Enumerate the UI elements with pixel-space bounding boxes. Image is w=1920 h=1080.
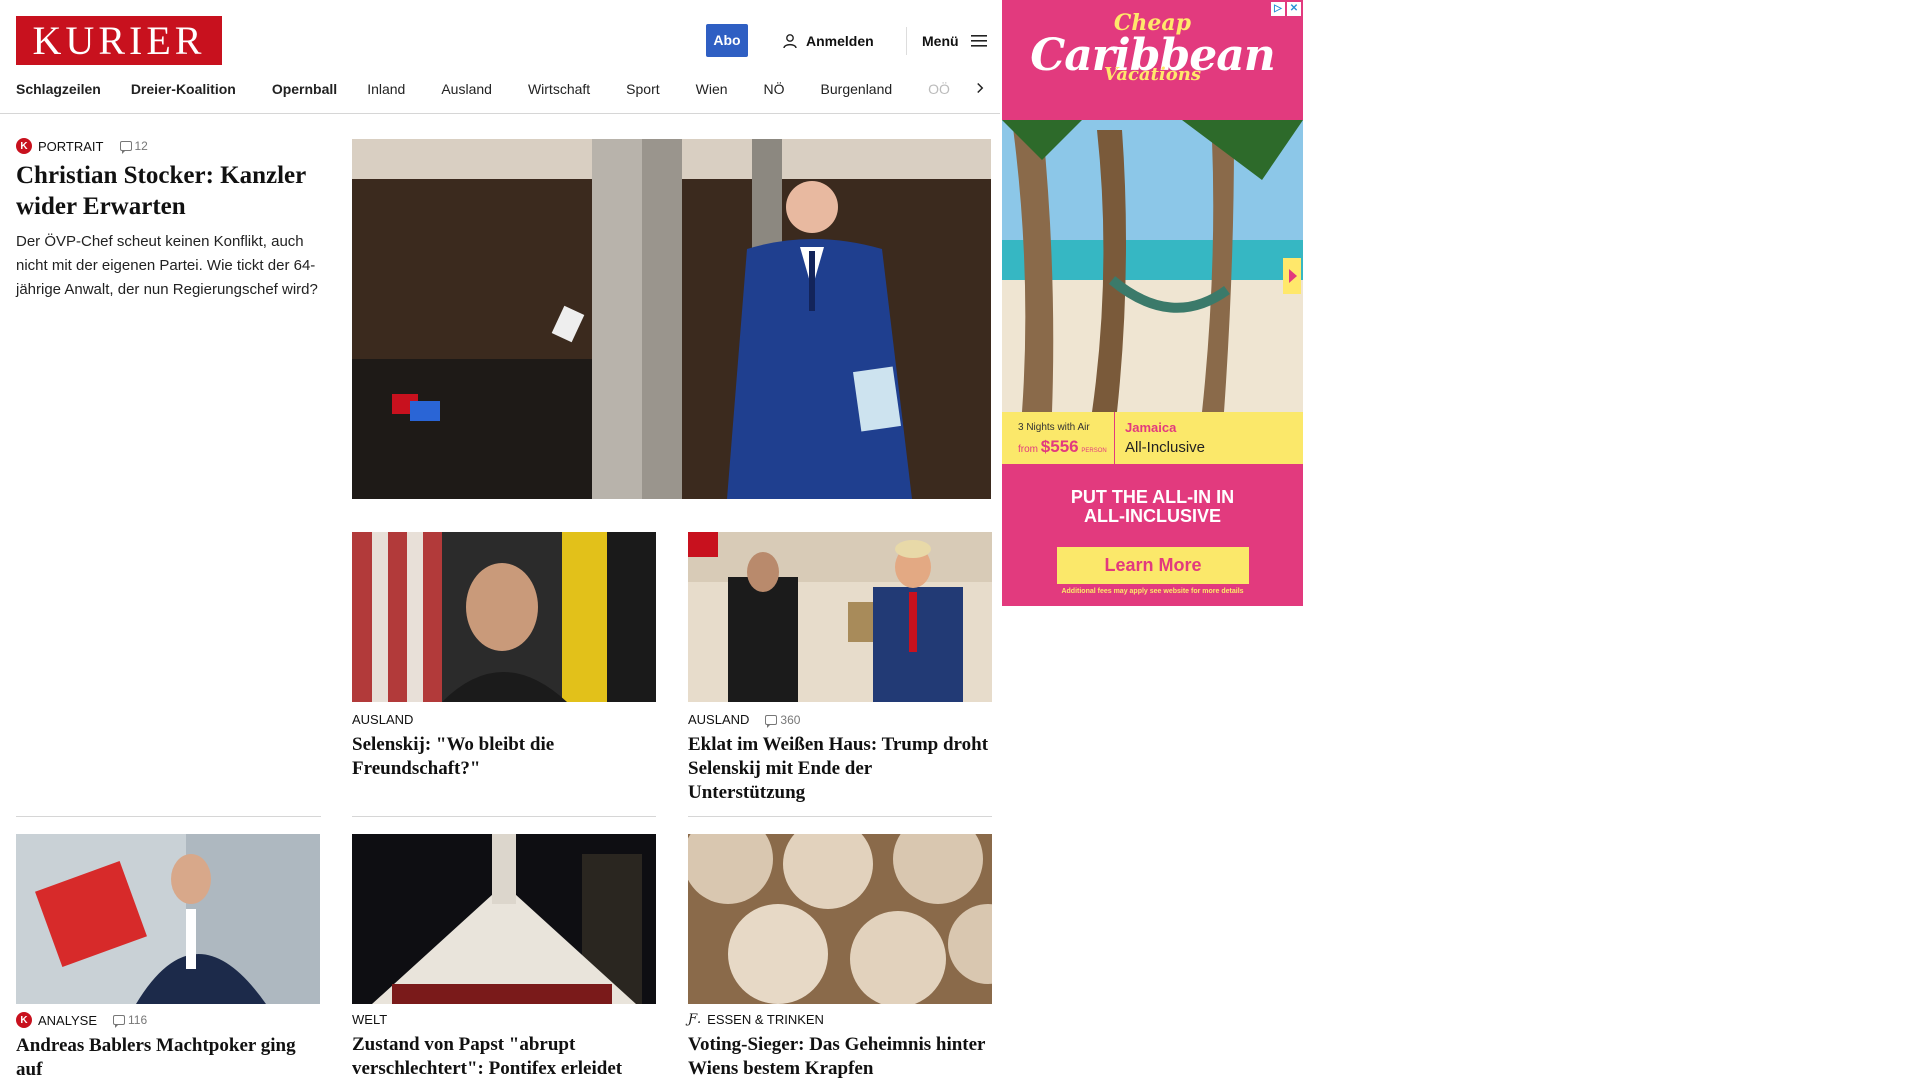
- article-card[interactable]: AUSLAND 360 Eklat im Weißen Haus: Trump …: [688, 712, 992, 805]
- nav-item-wirtschaft[interactable]: Wirtschaft: [528, 81, 590, 97]
- ad-from-label: from: [1018, 444, 1038, 455]
- ad-package: All-Inclusive: [1125, 439, 1206, 456]
- play-icon[interactable]: [1283, 258, 1301, 294]
- menu-label: Menü: [922, 33, 959, 49]
- abo-button[interactable]: Abo: [706, 24, 748, 57]
- lead-image[interactable]: [352, 139, 991, 499]
- nav-item-noe[interactable]: NÖ: [764, 81, 785, 97]
- divider: [16, 816, 321, 817]
- article-image[interactable]: [352, 834, 656, 1004]
- ad-price: from $556 PERSON: [1018, 437, 1114, 457]
- comment-icon: [113, 1015, 126, 1028]
- nav-item-inland[interactable]: Inland: [367, 81, 405, 97]
- lead-teaser: Der ÖVP-Chef scheut keinen Konflikt, auc…: [16, 233, 318, 298]
- advertisement[interactable]: ▷ ✕ Cheap Caribbean Vacations 3 Nights w…: [1002, 0, 1303, 606]
- ad-fine-print: Additional fees may apply see website fo…: [1061, 588, 1244, 595]
- login-label: Anmelden: [806, 33, 874, 49]
- ad-cta: PUT THE ALL-IN IN ALL-INCLUSIVE: [1002, 488, 1303, 526]
- chevron-right-icon[interactable]: [970, 77, 986, 99]
- comment-number: 12: [134, 139, 148, 153]
- category-label: PORTRAIT: [38, 138, 104, 154]
- comment-icon: [119, 141, 132, 154]
- article-title[interactable]: Andreas Bablers Machtpoker ging auf: [16, 1034, 320, 1080]
- kurier-plus-icon: K: [16, 1012, 32, 1028]
- nav-item-schlagzeilen[interactable]: Schlagzeilen: [16, 81, 101, 97]
- ad-destination: Jamaica: [1125, 420, 1177, 435]
- comment-number: 360: [780, 712, 801, 727]
- ad-headline-sub: Vacations: [1104, 64, 1201, 85]
- divider: [352, 816, 656, 817]
- nav-item-ausland[interactable]: Ausland: [441, 81, 492, 97]
- article-card[interactable]: AUSLAND Selenskij: "Wo bleibt die Freund…: [352, 712, 656, 781]
- lead-article[interactable]: K PORTRAIT 12 Christian Stocker: Kanzler…: [16, 138, 326, 302]
- comment-count[interactable]: 116: [113, 1013, 148, 1028]
- article-card[interactable]: K ANALYSE 116 Andreas Bablers Machtpoker…: [16, 1012, 320, 1080]
- article-card[interactable]: WELT Zustand von Papst "abrupt verschlec…: [352, 1012, 656, 1080]
- article-image[interactable]: [352, 532, 656, 702]
- essen-icon: ƒ.: [688, 1012, 702, 1027]
- section-nav: Schlagzeilen Dreier-Koalition Opernball …: [16, 78, 984, 100]
- article-meta: AUSLAND: [352, 712, 656, 727]
- kurier-plus-icon: K: [16, 138, 32, 154]
- category-label: ESSEN & TRINKEN: [707, 1012, 824, 1027]
- comment-number: 116: [128, 1013, 148, 1027]
- article-image[interactable]: [16, 834, 320, 1004]
- ad-cta-line2: ALL-INCLUSIVE: [1084, 506, 1221, 526]
- article-meta: K ANALYSE 116: [16, 1012, 320, 1028]
- nav-item-ooe[interactable]: OÖ: [928, 81, 950, 97]
- article-image[interactable]: [688, 834, 992, 1004]
- article-title[interactable]: Voting-Sieger: Das Geheimnis hinter Wien…: [688, 1033, 992, 1080]
- nav-item-burgenland[interactable]: Burgenland: [821, 81, 893, 97]
- article-title[interactable]: Eklat im Weißen Haus: Trump droht Selens…: [688, 733, 992, 805]
- kurier-logo[interactable]: KURIER: [16, 16, 222, 65]
- article-meta: AUSLAND 360: [688, 712, 992, 728]
- article-title[interactable]: Selenskij: "Wo bleibt die Freundschaft?": [352, 733, 656, 781]
- article-card[interactable]: ƒ. ESSEN & TRINKEN Voting-Sieger: Das Ge…: [688, 1012, 992, 1080]
- nav-item-wien[interactable]: Wien: [696, 81, 728, 97]
- ad-price-suffix: PERSON: [1081, 448, 1107, 454]
- divider: [688, 816, 992, 817]
- header-divider: [906, 27, 907, 55]
- comment-icon: [765, 714, 778, 728]
- site-header: KURIER Abo Anmelden Menü Schlagzeilen Dr…: [0, 0, 1000, 114]
- article-image[interactable]: [688, 532, 992, 702]
- category-label: WELT: [352, 1012, 388, 1027]
- nav-item-opernball[interactable]: Opernball: [272, 81, 337, 97]
- article-title[interactable]: Zustand von Papst "abrupt verschlechtert…: [352, 1033, 656, 1080]
- article-meta: WELT: [352, 1012, 656, 1027]
- comment-count[interactable]: 360: [765, 712, 801, 728]
- ad-nights: 3 Nights with Air: [1018, 422, 1090, 433]
- menu-button[interactable]: Menü: [922, 30, 987, 52]
- ad-price-value: $556: [1040, 437, 1079, 456]
- nav-item-sport[interactable]: Sport: [626, 81, 659, 97]
- ad-offer-strip: 3 Nights with Air from $556 PERSON Jamai…: [1002, 412, 1303, 464]
- category-label: ANALYSE: [38, 1012, 98, 1028]
- nav-item-dreier-koalition[interactable]: Dreier-Koalition: [131, 81, 236, 97]
- comment-count[interactable]: 12: [119, 139, 148, 154]
- learn-more-button[interactable]: Learn More: [1057, 547, 1249, 584]
- ad-cta-line1: PUT THE ALL-IN IN: [1070, 487, 1235, 507]
- lead-title[interactable]: Christian Stocker: Kanzler wider Erwarte…: [16, 160, 326, 222]
- article-meta: ƒ. ESSEN & TRINKEN: [688, 1012, 992, 1027]
- user-icon: [783, 34, 797, 49]
- category-label: AUSLAND: [688, 712, 750, 727]
- category-label: AUSLAND: [352, 712, 414, 727]
- login-button[interactable]: Anmelden: [782, 30, 874, 52]
- article-meta: K PORTRAIT 12: [16, 138, 326, 154]
- hamburger-icon: [970, 35, 987, 47]
- ad-beach-image: [1002, 120, 1303, 412]
